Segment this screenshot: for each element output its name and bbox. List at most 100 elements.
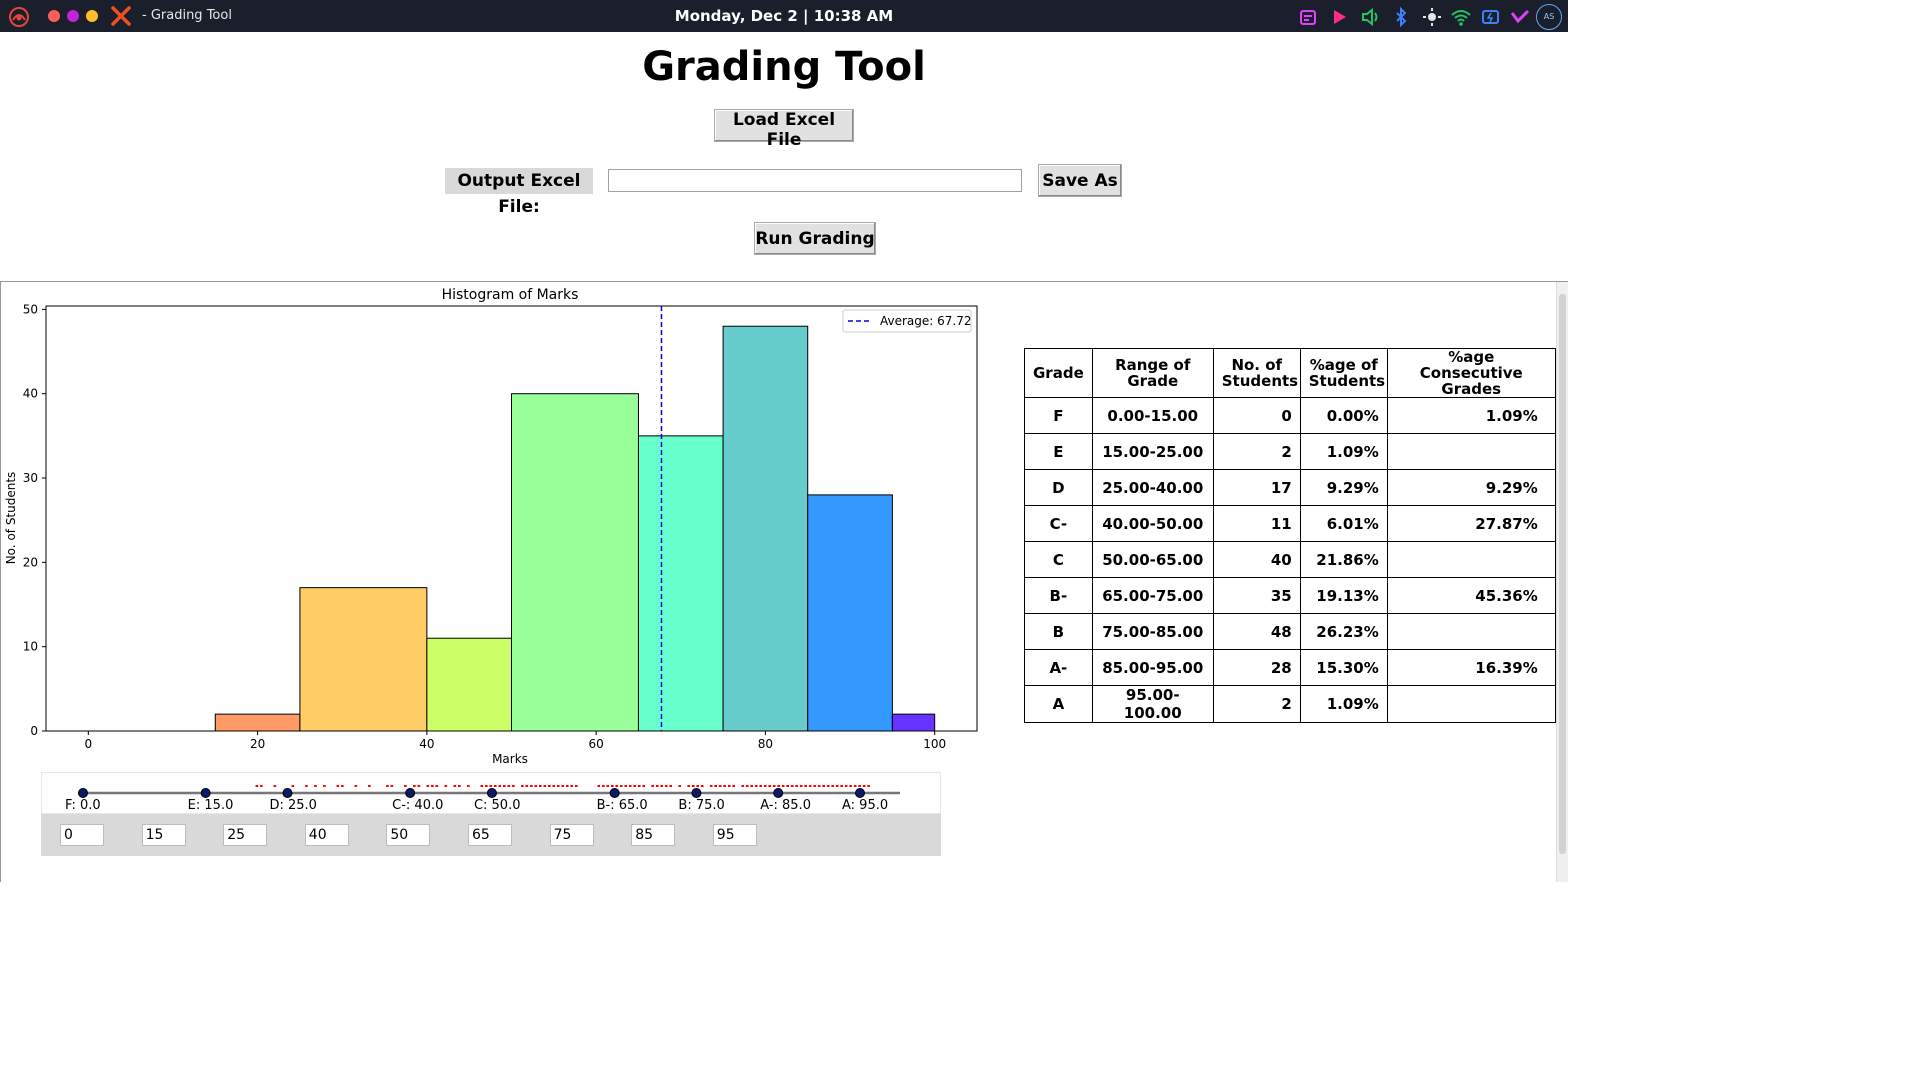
count-cell: 28 [1212,649,1301,686]
window-maximize-dot[interactable] [86,10,98,22]
y-axis-label: No. of Students [4,472,18,565]
header-percent: %age of Students [1299,348,1388,398]
x-tick-label: 80 [758,737,773,751]
range-cell: 75.00-85.00 [1091,613,1214,650]
threshold-input[interactable] [223,824,268,846]
percent-cell: 0.00% [1299,397,1388,434]
threshold-input[interactable] [712,824,757,846]
table-row: A- 85.00-95.00 28 15.30% 16.39% [1024,649,1556,686]
consecutive-cell: 16.39% [1386,649,1556,686]
threshold-label: D: 25.0 [269,798,317,813]
count-cell: 17 [1212,469,1301,506]
threshold-handle[interactable] [78,788,88,798]
consecutive-cell [1386,433,1556,470]
page-title: Grading Tool [642,44,926,90]
threshold-handle[interactable] [855,788,865,798]
threshold-handle[interactable] [773,788,784,798]
count-cell: 2 [1212,433,1301,470]
threshold-handle[interactable] [486,788,497,798]
close-x-icon[interactable] [110,5,132,27]
window-close-dot[interactable] [48,10,60,22]
x-tick-label: 20 [250,737,265,751]
percent-cell: 1.09% [1299,685,1388,723]
range-cell: 25.00-40.00 [1091,469,1214,506]
brightness-icon[interactable] [1422,7,1442,27]
y-tick-label: 20 [23,555,38,569]
threshold-handle[interactable] [691,788,702,798]
header-grade: Grade [1024,348,1093,398]
threshold-input[interactable] [468,824,512,846]
avatar-icon[interactable]: AS [1536,4,1562,30]
output-file-input[interactable] [608,169,1022,192]
app-menu-icon[interactable] [8,6,30,28]
consecutive-cell: 45.36% [1386,577,1556,614]
calendar-icon[interactable] [1298,7,1318,27]
threshold-input[interactable] [549,824,594,846]
x-tick-label: 0 [84,737,92,751]
threshold-label: A: 95.0 [842,798,889,813]
threshold-label: B: 75.0 [678,798,725,813]
table-row: C- 40.00-50.00 11 6.01% 27.87% [1024,505,1556,542]
run-grading-button[interactable]: Run Grading [754,222,876,255]
y-tick-label: 50 [23,302,38,316]
count-cell: 35 [1212,577,1301,614]
table-row: E 15.00-25.00 2 1.09% [1024,433,1556,470]
range-cell: 50.00-65.00 [1091,541,1214,578]
count-cell: 48 [1212,613,1301,650]
threshold-input[interactable] [60,824,104,846]
threshold-label: C-: 40.0 [392,798,444,813]
range-cell: 40.00-50.00 [1091,505,1214,542]
x-tick-label: 100 [923,737,946,751]
histogram-bar [299,587,428,732]
threshold-handle[interactable] [282,788,293,798]
count-cell: 0 [1212,397,1301,434]
threshold-handle[interactable] [609,788,620,798]
grade-cell: D [1024,469,1093,506]
output-file-label: Output Excel File: [445,168,593,217]
header-count: No. of Students [1212,348,1301,398]
grade-cell: A- [1024,649,1093,686]
grade-cell: C [1024,541,1093,578]
volume-icon[interactable] [1360,7,1380,27]
consecutive-cell [1386,541,1556,578]
grade-cell: B- [1024,577,1093,614]
scrollbar-thumb[interactable] [1559,294,1566,854]
histogram-chart: Histogram of Marks 0 20 40 60 80 100 0 10 20 30 4… [4,287,978,766]
table-row: B- 65.00-75.00 35 19.13% 45.36% [1024,577,1556,614]
table-row: C 50.00-65.00 40 21.86% [1024,541,1556,578]
threshold-inputs-row [41,814,941,856]
chart-title: Histogram of Marks [442,287,579,303]
battery-icon[interactable] [1481,7,1501,27]
load-excel-button[interactable]: Load Excel File [714,109,854,150]
count-cell: 2 [1212,685,1301,723]
y-tick-label: 0 [30,724,38,738]
y-tick-label: 30 [23,471,38,485]
threshold-slider-area: F: 0.0 E: 15.0 D: 25.0 C-: 40.0 C: 50.0 B-: 6… [41,772,941,814]
header-consecutive: %age Consecutive Grades [1386,348,1556,398]
threshold-input[interactable] [386,824,431,846]
threshold-handle[interactable] [405,788,416,798]
count-cell: 40 [1212,541,1301,578]
vpn-icon[interactable] [1510,7,1530,27]
histogram-bar [426,637,513,732]
grading-tool-window: Grading Tool Load Excel File Output Exce… [0,32,1568,882]
threshold-handle[interactable] [200,788,211,798]
header-range: Range of Grade [1091,348,1214,398]
table-row: D 25.00-40.00 17 9.29% 9.29% [1024,469,1556,506]
save-as-button[interactable]: Save As [1038,164,1122,197]
x-axis-label: Marks [492,752,528,766]
wifi-icon[interactable] [1451,7,1471,27]
threshold-input[interactable] [304,824,349,846]
x-tick-label: 60 [588,737,603,751]
media-play-icon[interactable] [1329,7,1349,27]
bluetooth-icon[interactable] [1391,7,1411,27]
threshold-input[interactable] [141,824,186,846]
window-minimize-dot[interactable] [67,10,79,22]
threshold-input[interactable] [631,824,676,846]
threshold-label: B-: 65.0 [596,798,648,813]
threshold-label: E: 15.0 [187,798,234,813]
grade-cell: C- [1024,505,1093,542]
histogram-bar [722,325,809,732]
vertical-scrollbar[interactable] [1556,282,1568,882]
percent-cell: 6.01% [1299,505,1388,542]
